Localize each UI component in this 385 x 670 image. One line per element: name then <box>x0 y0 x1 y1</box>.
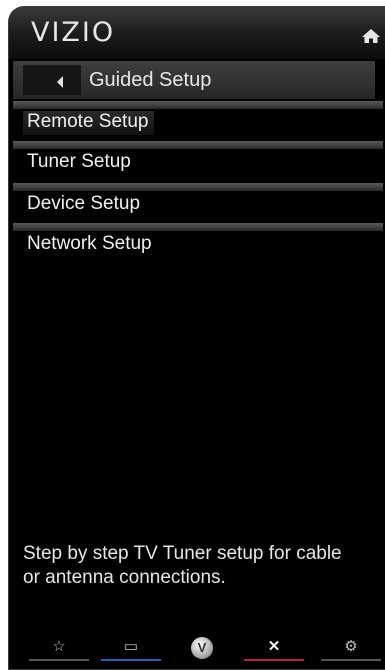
home-icon[interactable] <box>361 27 381 45</box>
star-icon: ☆ <box>52 638 66 655</box>
menu-item-divider <box>13 141 383 149</box>
menu-item-divider <box>13 183 383 191</box>
back-button[interactable] <box>23 65 81 95</box>
input-button[interactable]: ▭ <box>101 635 161 661</box>
close-icon: ✕ <box>267 638 281 655</box>
menu-item-device-setup[interactable]: Device Setup <box>13 183 383 221</box>
vizio-logo-icon[interactable]: V <box>191 637 213 659</box>
menu-item-divider <box>13 101 383 109</box>
button-underline <box>101 659 161 661</box>
tv-menu-panel: VIZIO Guided Setup Remote Setup Tuner Se… <box>8 6 385 670</box>
back-arrow-icon <box>57 76 63 88</box>
help-description: Step by step TV Tuner setup for cable or… <box>23 543 342 588</box>
bottom-toolbar: ☆ ▭ V ✕ ⚙ <box>9 627 385 669</box>
menu-item-label: Tuner Setup <box>27 151 131 172</box>
brand-logo: VIZIO <box>31 17 116 48</box>
menu-item-label: Network Setup <box>27 233 152 254</box>
header-bar: VIZIO <box>9 7 385 59</box>
exit-button[interactable]: ✕ <box>244 635 304 661</box>
menu-item-label: Remote Setup <box>23 111 155 135</box>
menu-item-label: Device Setup <box>27 193 141 214</box>
menu-item-tuner-setup[interactable]: Tuner Setup <box>13 141 383 179</box>
button-underline <box>321 659 381 661</box>
favorites-button[interactable]: ☆ <box>29 635 89 661</box>
menu-item-divider <box>13 223 383 231</box>
gear-icon: ⚙ <box>344 638 358 655</box>
button-underline <box>29 659 89 661</box>
button-underline <box>244 659 304 661</box>
screen-icon: ▭ <box>123 638 139 655</box>
settings-button[interactable]: ⚙ <box>321 635 381 661</box>
menu-item-remote-setup[interactable]: Remote Setup <box>13 101 383 139</box>
title-bar: Guided Setup <box>13 61 375 99</box>
menu-item-network-setup[interactable]: Network Setup <box>13 223 383 261</box>
page-title: Guided Setup <box>89 69 212 91</box>
